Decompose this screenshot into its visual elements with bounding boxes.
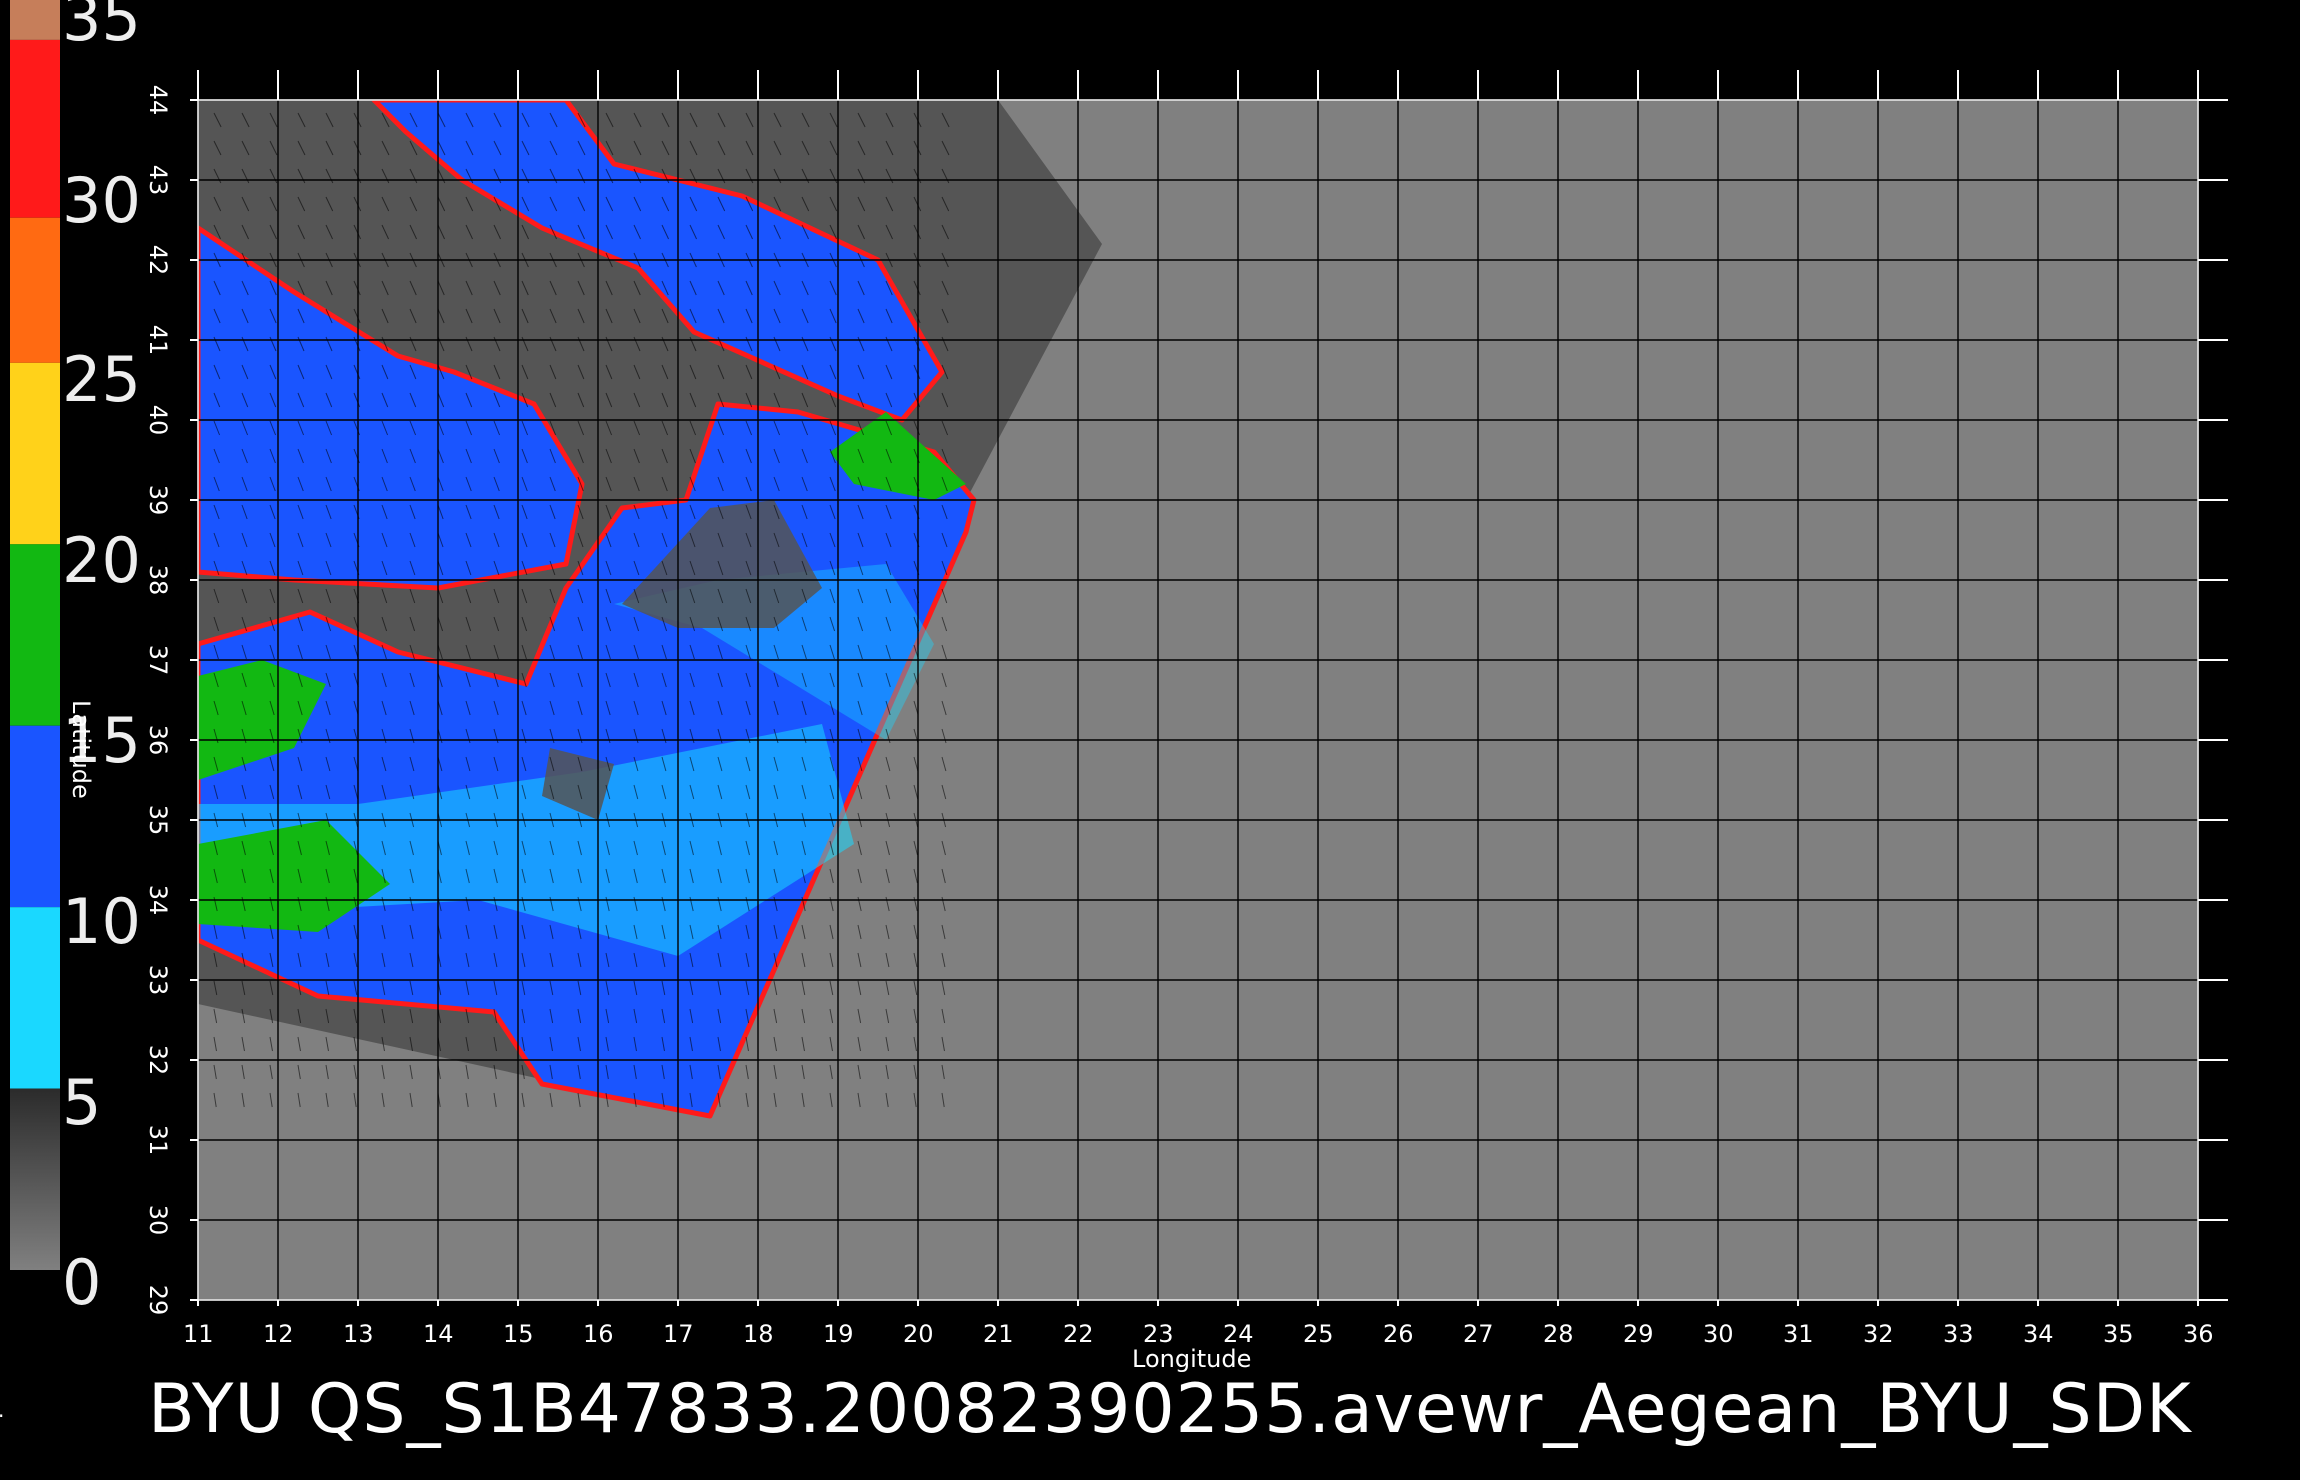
longitude-axis-title: Longitude [1132,1345,1252,1373]
longitude-tick-label: 22 [1063,1320,1094,1348]
latitude-tick-label: 41 [144,324,172,356]
longitude-tick-label: 35 [2103,1320,2134,1348]
longitude-tick-label: 29 [1623,1320,1654,1348]
longitude-tick-label: 32 [1863,1320,1894,1348]
longitude-tick-label: 26 [1383,1320,1414,1348]
longitude-tick-label: 36 [2183,1320,2214,1348]
longitude-tick-label: 27 [1463,1320,1494,1348]
longitude-tick-label: 17 [663,1320,694,1348]
latitude-tick-label: 43 [144,164,172,196]
longitude-tick-label: 34 [2023,1320,2054,1348]
latitude-tick-label: 35 [144,804,172,836]
footer-dot: . [0,1398,4,1422]
latitude-tick-label: 31 [144,1124,172,1156]
latitude-tick-label: 40 [144,404,172,436]
latitude-tick-label: 38 [144,564,172,596]
longitude-tick-label: 23 [1143,1320,1174,1348]
latitude-tick-label: 30 [144,1204,172,1236]
longitude-tick-label: 19 [823,1320,854,1348]
longitude-tick-label: 28 [1543,1320,1574,1348]
longitude-tick-label: 16 [583,1320,614,1348]
latitude-tick-label: 37 [144,644,172,676]
map-plot-area [190,70,2228,1306]
latitude-tick-label: 42 [144,244,172,276]
longitude-tick-label: 14 [423,1320,454,1348]
latitude-tick-label: 34 [144,884,172,916]
longitude-tick-label: 15 [503,1320,534,1348]
longitude-tick-label: 11 [183,1320,214,1348]
latitude-tick-label: 44 [144,84,172,116]
longitude-tick-label: 31 [1783,1320,1814,1348]
latitude-tick-label: 39 [144,484,172,516]
longitude-tick-label: 33 [1943,1320,1974,1348]
longitude-tick-label: 12 [263,1320,294,1348]
longitude-tick-label: 18 [743,1320,774,1348]
latitude-tick-label: 36 [144,724,172,756]
scatterometer-wind-map: 35 30 25 20 15 10 5 0 11 12 13 14 15 16 17 18 19… [0,0,2300,1480]
latitude-tick-label: 33 [144,964,172,996]
longitude-tick-label: 24 [1223,1320,1254,1348]
longitude-tick-label: 30 [1703,1320,1734,1348]
latitude-tick-label: 29 [144,1284,172,1316]
longitude-tick-label: 13 [343,1320,374,1348]
longitude-tick-label: 25 [1303,1320,1334,1348]
longitude-tick-label: 20 [903,1320,934,1348]
latitude-tick-label: 32 [144,1044,172,1076]
longitude-tick-label: 21 [983,1320,1014,1348]
product-filename-caption: BYU QS_S1B47833.20082390255.avewr_Aegean… [148,1370,2192,1449]
latitude-axis-title: Latitude [67,700,95,799]
